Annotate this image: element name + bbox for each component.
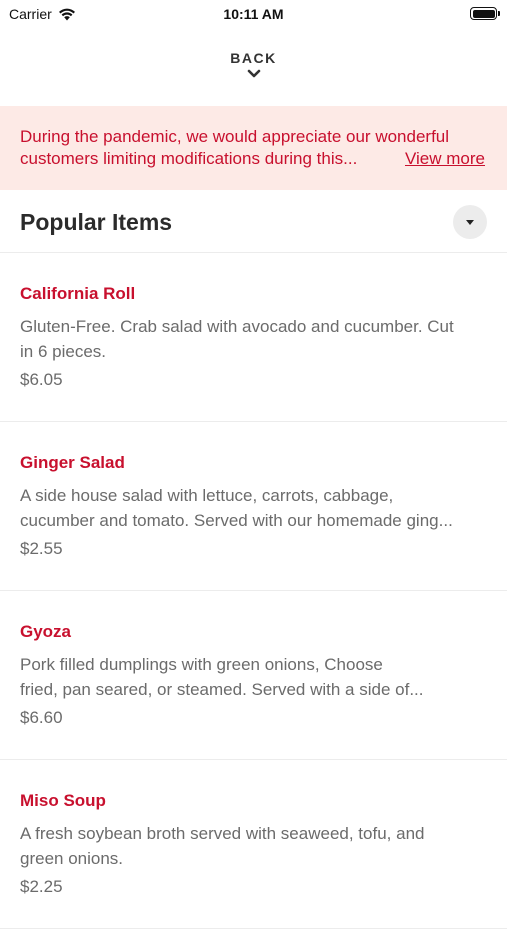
item-name: Gyoza	[20, 622, 72, 641]
status-time: 10:11 AM	[223, 6, 284, 22]
item-price: $2.55	[20, 539, 63, 558]
item-description: A side house salad with lettuce, carrots…	[20, 486, 453, 530]
menu-item[interactable]: Miso Soup A fresh soybean broth served w…	[0, 760, 507, 929]
section-toggle-button[interactable]	[453, 205, 487, 239]
item-price: $2.25	[20, 877, 63, 896]
item-price: $6.60	[20, 708, 63, 727]
notice-text-line1: During the pandemic, we would appreciate…	[20, 127, 450, 146]
menu-item-list: California Roll Gluten-Free. Crab salad …	[0, 253, 507, 929]
menu-item[interactable]: Ginger Salad A side house salad with let…	[0, 422, 507, 591]
status-bar: Carrier 10:11 AM	[0, 0, 507, 28]
pandemic-notice: During the pandemic, we would appreciate…	[0, 106, 507, 190]
caret-down-icon	[466, 219, 474, 225]
back-label: BACK	[230, 50, 277, 66]
item-description: Pork filled dumplings with green onions,…	[20, 655, 424, 699]
chevron-down-icon	[247, 69, 260, 78]
item-name: Miso Soup	[20, 791, 106, 810]
menu-item[interactable]: Gyoza Pork filled dumplings with green o…	[0, 591, 507, 760]
section-title: Popular Items	[20, 209, 173, 235]
view-more-link[interactable]: View more	[405, 148, 485, 170]
back-button[interactable]: BACK	[0, 50, 507, 80]
item-name: California Roll	[20, 284, 136, 303]
item-name: Ginger Salad	[20, 453, 125, 472]
item-description: A fresh soybean broth served with seawee…	[20, 824, 425, 868]
item-description: Gluten-Free. Crab salad with avocado and…	[20, 317, 454, 361]
item-price: $6.05	[20, 370, 63, 389]
menu-item[interactable]: California Roll Gluten-Free. Crab salad …	[0, 253, 507, 422]
popular-items-header: Popular Items	[0, 190, 507, 253]
battery-icon	[470, 7, 500, 20]
notice-text-line2: customers limiting modifications during …	[20, 149, 358, 168]
